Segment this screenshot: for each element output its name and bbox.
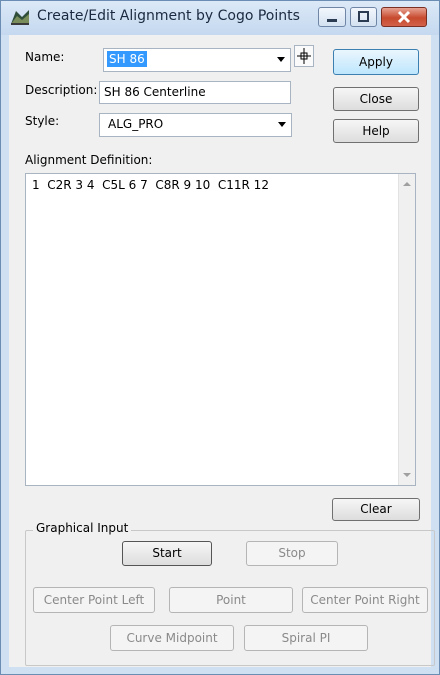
clear-button[interactable]: Clear	[332, 498, 420, 521]
description-label: Description:	[25, 83, 98, 97]
spiral-pi-button[interactable]: Spiral PI	[244, 625, 368, 651]
alignment-definition-label: Alignment Definition:	[25, 153, 153, 167]
point-button[interactable]: Point	[169, 587, 293, 613]
description-field[interactable]: SH 86 Centerline	[99, 81, 291, 104]
start-button[interactable]: Start	[122, 541, 212, 566]
close-button[interactable]: Close	[333, 87, 419, 111]
graphical-input-title: Graphical Input	[33, 521, 132, 535]
apply-button[interactable]: Apply	[333, 49, 419, 75]
close-icon	[397, 10, 411, 24]
crosshair-icon	[297, 48, 311, 64]
help-button[interactable]: Help	[333, 119, 419, 143]
name-label: Name:	[25, 50, 65, 64]
minimize-icon	[327, 19, 337, 22]
curve-midpoint-button[interactable]: Curve Midpoint	[110, 625, 234, 651]
center-point-left-button[interactable]: Center Point Left	[33, 587, 155, 613]
alignment-app-icon	[11, 10, 29, 25]
style-value: ALG_PRO	[108, 117, 164, 131]
name-combobox[interactable]: SH 86	[103, 48, 291, 72]
locate-button[interactable]	[294, 45, 314, 67]
chevron-down-icon[interactable]	[277, 57, 285, 62]
stop-button[interactable]: Stop	[246, 541, 338, 566]
maximize-button[interactable]	[350, 7, 377, 27]
maximize-icon	[358, 11, 369, 22]
alignment-definition-text: 1 C2R 3 4 C5L 6 7 C8R 9 10 C11R 12	[32, 178, 269, 192]
minimize-button[interactable]	[318, 7, 346, 27]
style-label: Style:	[25, 114, 60, 128]
alignment-definition-textarea[interactable]: 1 C2R 3 4 C5L 6 7 C8R 9 10 C11R 12	[25, 173, 416, 486]
style-combobox[interactable]: ALG_PRO	[99, 113, 292, 137]
name-value: SH 86	[107, 51, 147, 67]
window-close-button[interactable]	[381, 7, 427, 27]
chevron-down-icon[interactable]	[278, 122, 286, 127]
scroll-down-icon[interactable]	[403, 473, 411, 477]
title-bar[interactable]: Create/Edit Alignment by Cogo Points	[1, 1, 439, 35]
center-point-right-button[interactable]: Center Point Right	[302, 587, 428, 613]
window-title: Create/Edit Alignment by Cogo Points	[37, 8, 300, 24]
scroll-up-icon[interactable]	[403, 182, 411, 186]
dialog-window: Create/Edit Alignment by Cogo Points Nam…	[0, 0, 440, 675]
vertical-scrollbar[interactable]	[398, 174, 415, 485]
